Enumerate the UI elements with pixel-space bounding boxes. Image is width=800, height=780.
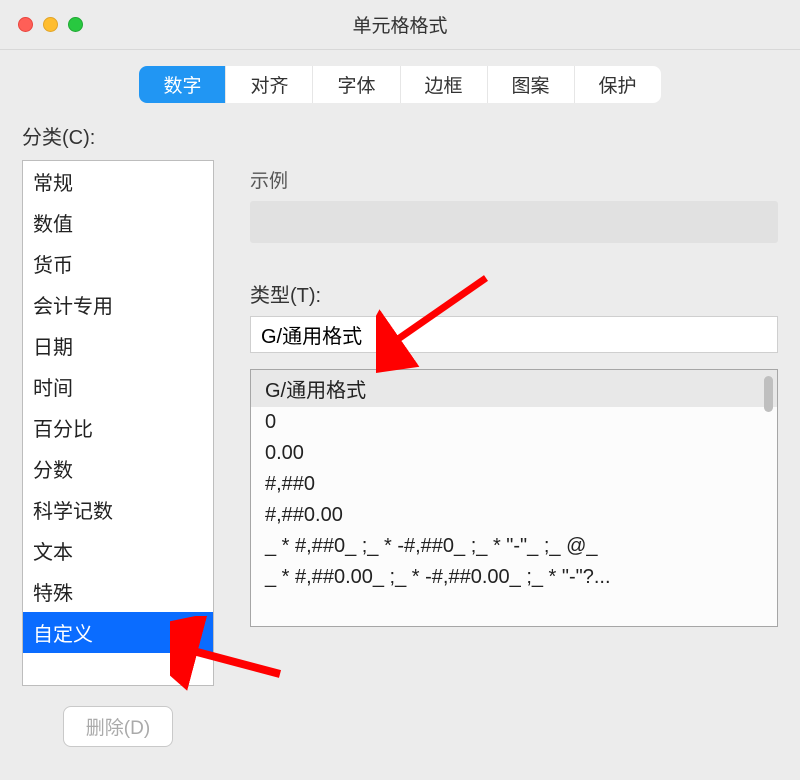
titlebar: 单元格格式 [0, 0, 800, 50]
category-item[interactable]: 自定义 [23, 612, 213, 653]
category-item[interactable]: 百分比 [23, 407, 213, 448]
category-item[interactable]: 常规 [23, 161, 213, 202]
tab-1[interactable]: 对齐 [226, 66, 313, 103]
window-title: 单元格格式 [0, 11, 800, 38]
category-item[interactable]: 日期 [23, 325, 213, 366]
tab-5[interactable]: 保护 [575, 66, 661, 103]
type-list[interactable]: G/通用格式00.00#,##0#,##0.00_ * #,##0_ ;_ * … [250, 369, 778, 627]
type-item[interactable]: 0 [251, 407, 777, 438]
type-input[interactable] [250, 316, 778, 353]
category-item[interactable]: 货币 [23, 243, 213, 284]
category-label: 分类(C): [22, 121, 778, 150]
type-item[interactable]: 0.00 [251, 438, 777, 469]
type-label: 类型(T): [250, 279, 778, 308]
type-item[interactable]: _ * #,##0.00_ ;_ * -#,##0.00_ ;_ * "-"?.… [251, 562, 777, 593]
category-item[interactable]: 分数 [23, 448, 213, 489]
zoom-icon[interactable] [68, 17, 83, 32]
tab-2[interactable]: 字体 [313, 66, 400, 103]
sample-label: 示例 [250, 166, 778, 193]
type-item[interactable]: G/通用格式 [251, 370, 777, 407]
type-item[interactable]: #,##0 [251, 469, 777, 500]
tab-0[interactable]: 数字 [139, 66, 226, 103]
type-item[interactable]: _ * #,##0_ ;_ * -#,##0_ ;_ * "-"_ ;_ @_ [251, 531, 777, 562]
minimize-icon[interactable] [43, 17, 58, 32]
category-item[interactable]: 文本 [23, 530, 213, 571]
close-icon[interactable] [18, 17, 33, 32]
category-item[interactable]: 时间 [23, 366, 213, 407]
window-controls [18, 17, 83, 32]
category-list[interactable]: 常规数值货币会计专用日期时间百分比分数科学记数文本特殊自定义 [22, 160, 214, 686]
type-item[interactable]: #,##0.00 [251, 500, 777, 531]
category-item[interactable]: 会计专用 [23, 284, 213, 325]
tab-bar: 数字对齐字体边框图案保护 [0, 50, 800, 121]
category-item[interactable]: 数值 [23, 202, 213, 243]
delete-button[interactable]: 删除(D) [63, 706, 173, 747]
scrollbar-thumb[interactable] [764, 376, 773, 412]
tab-4[interactable]: 图案 [488, 66, 575, 103]
sample-box [250, 201, 778, 243]
tab-3[interactable]: 边框 [401, 66, 488, 103]
category-item[interactable]: 科学记数 [23, 489, 213, 530]
category-item[interactable]: 特殊 [23, 571, 213, 612]
